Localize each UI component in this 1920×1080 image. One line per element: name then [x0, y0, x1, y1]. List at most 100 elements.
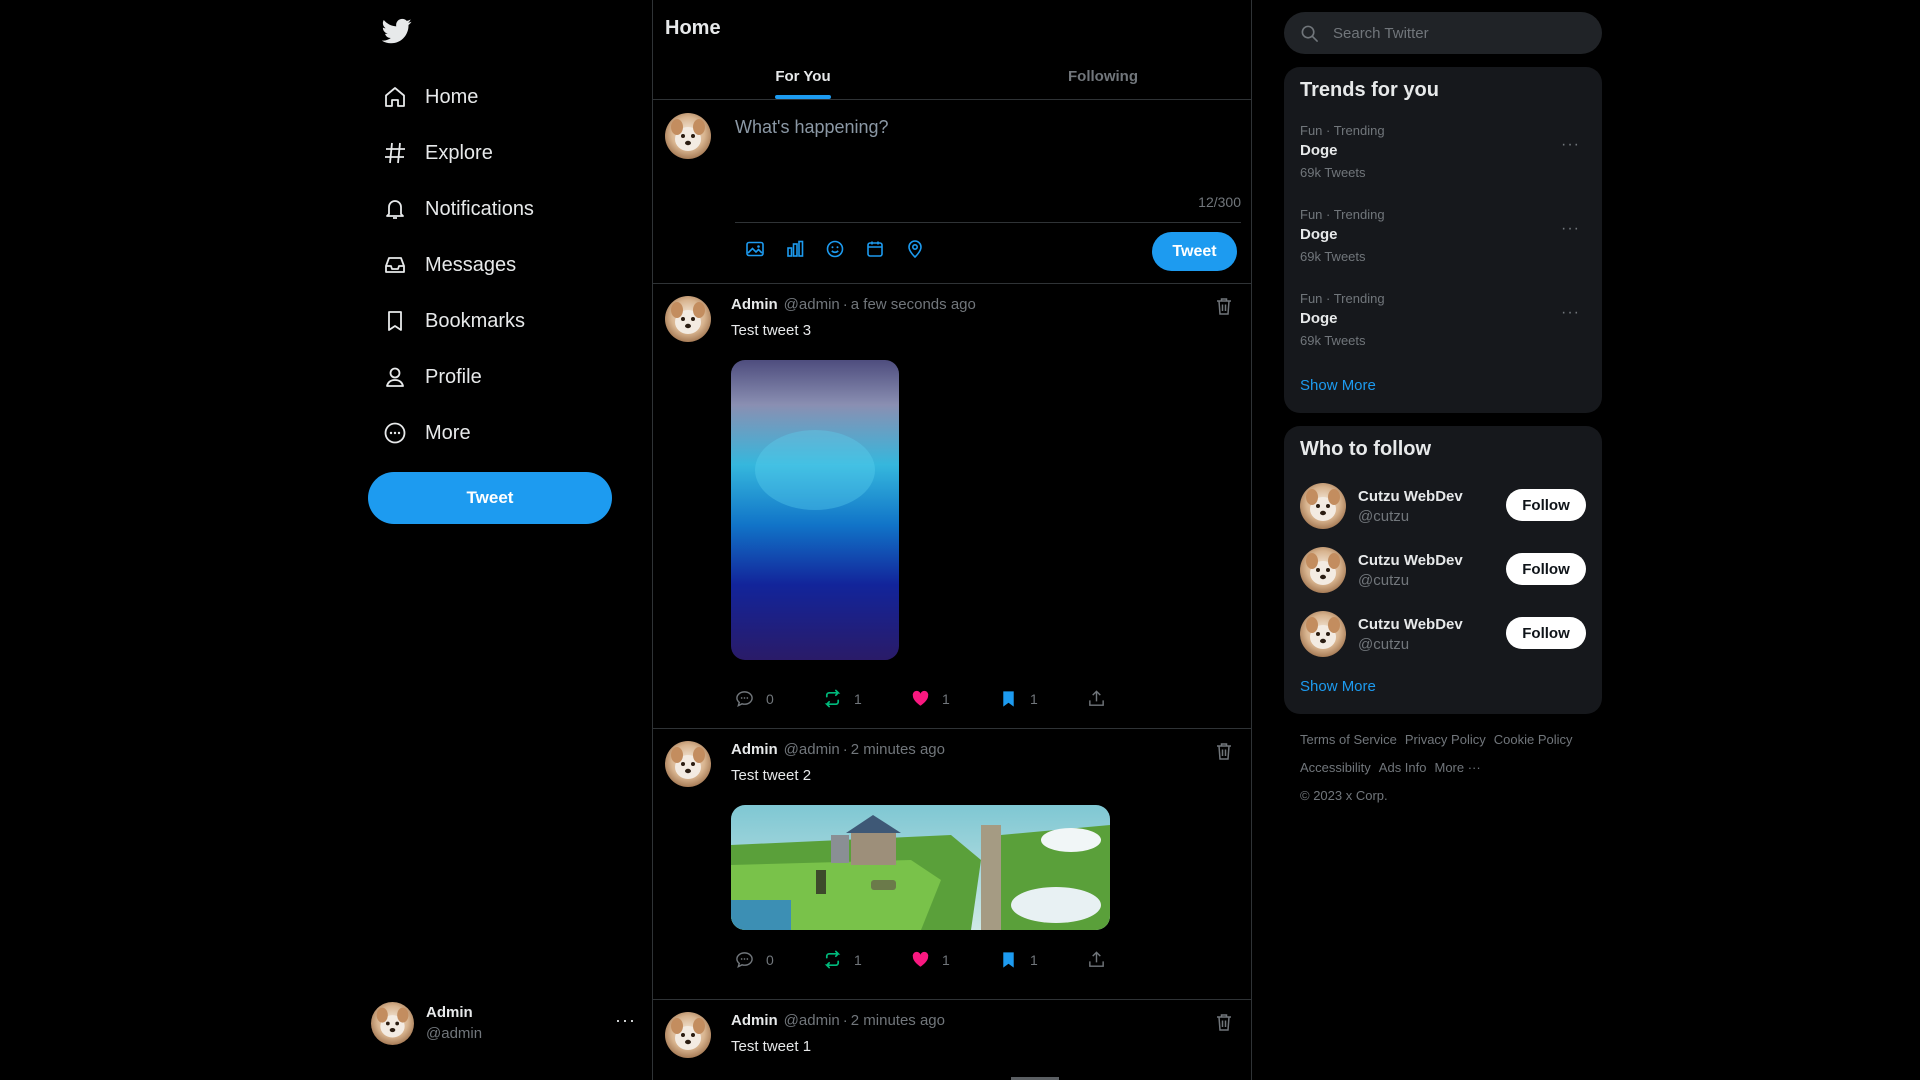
like-button[interactable]: 1 [911, 689, 999, 708]
account-more-icon[interactable]: ··· [615, 1010, 636, 1031]
retweet-button[interactable]: 1 [823, 950, 911, 969]
bookmark-filled-icon [1003, 952, 1014, 968]
nav-item-notifications[interactable]: Notifications [382, 187, 534, 231]
share-button[interactable] [1087, 689, 1117, 708]
inbox-icon [382, 252, 408, 278]
suggestion-name[interactable]: Cutzu WebDev [1358, 488, 1463, 505]
schedule-icon[interactable] [865, 239, 885, 259]
nav-item-explore[interactable]: Explore [382, 131, 493, 175]
left-sidebar: Home Explore Notifications Messages Book… [367, 0, 651, 1080]
tweet-header: Admin @admin · 2 minutes ago [731, 741, 945, 758]
tweet-author-name[interactable]: Admin [731, 741, 778, 758]
tweet-author-handle[interactable]: @admin [784, 296, 840, 313]
avatar[interactable] [1300, 483, 1346, 529]
reply-count: 0 [766, 690, 774, 707]
trash-icon[interactable] [1215, 296, 1233, 316]
main-timeline: Home For You Following What's happening?… [652, 0, 1252, 1080]
trend-more-icon[interactable]: ··· [1561, 220, 1580, 238]
trends-card: Trends for you Fun · Trending Doge 69k T… [1284, 67, 1602, 413]
sidebar-tweet-button[interactable]: Tweet [368, 472, 612, 524]
suggestion-name[interactable]: Cutzu WebDev [1358, 616, 1463, 633]
trends-show-more-link[interactable]: Show More [1300, 377, 1376, 394]
footer-links: Terms of Service Privacy Policy Cookie Pol… [1300, 726, 1590, 810]
location-icon[interactable] [905, 239, 925, 259]
avatar[interactable] [1300, 547, 1346, 593]
nav-item-profile[interactable]: Profile [382, 355, 482, 399]
nav-item-messages[interactable]: Messages [382, 243, 516, 287]
home-icon [382, 84, 408, 110]
follow-suggestion[interactable]: Cutzu WebDev @cutzu Follow [1300, 545, 1586, 595]
poll-icon[interactable] [785, 239, 805, 259]
footer-link-ads-info[interactable]: Ads Info [1379, 760, 1427, 775]
tweet[interactable]: Admin @admin · a few seconds ago Test tweet… [653, 284, 1251, 729]
tweet-image[interactable] [731, 805, 1110, 930]
bookmark-button[interactable]: 1 [999, 950, 1087, 969]
tab-following[interactable]: Following [953, 58, 1251, 99]
follow-suggestion[interactable]: Cutzu WebDev @cutzu Follow [1300, 609, 1586, 659]
tweet-image[interactable] [731, 360, 899, 660]
bookmark-button[interactable]: 1 [999, 689, 1087, 708]
who-to-follow-card: Who to follow Cutzu WebDev @cutzu Follow… [1284, 426, 1602, 714]
compose-toolbar [745, 239, 925, 259]
compose-input[interactable]: What's happening? [735, 117, 889, 138]
reply-button[interactable]: 0 [735, 950, 823, 969]
tweet-author-handle[interactable]: @admin [784, 1012, 840, 1029]
image-icon[interactable] [745, 239, 765, 259]
tweet-author-name[interactable]: Admin [731, 1012, 778, 1029]
tweet[interactable]: Admin @admin · 2 minutes ago Test tweet 1 [653, 1000, 1251, 1080]
follow-button[interactable]: Follow [1506, 489, 1586, 521]
follow-button[interactable]: Follow [1506, 553, 1586, 585]
footer-link-more[interactable]: More ··· [1435, 760, 1481, 775]
avatar[interactable] [665, 1012, 711, 1058]
footer-link-accessibility[interactable]: Accessibility [1300, 760, 1371, 775]
trend-item[interactable]: Fun · Trending Doge 69k Tweets ··· [1300, 207, 1586, 277]
bookmark-count: 1 [1030, 690, 1038, 707]
trash-icon[interactable] [1215, 1012, 1233, 1032]
follow-button[interactable]: Follow [1506, 617, 1586, 649]
tweet-author-name[interactable]: Admin [731, 296, 778, 313]
reply-button[interactable]: 0 [735, 689, 823, 708]
trend-count: 69k Tweets [1300, 165, 1366, 180]
search-placeholder: Search Twitter [1333, 24, 1429, 42]
trend-item[interactable]: Fun · Trending Doge 69k Tweets ··· [1300, 123, 1586, 193]
follow-suggestion[interactable]: Cutzu WebDev @cutzu Follow [1300, 481, 1586, 531]
avatar[interactable] [665, 296, 711, 342]
retweet-button[interactable]: 1 [823, 689, 911, 708]
tweet-timestamp[interactable]: 2 minutes ago [851, 1012, 945, 1029]
account-name: Admin [426, 1004, 473, 1021]
tweet-author-handle[interactable]: @admin [784, 741, 840, 758]
share-button[interactable] [1087, 950, 1117, 969]
footer-link-privacy[interactable]: Privacy Policy [1405, 732, 1486, 747]
search-input[interactable]: Search Twitter [1284, 12, 1602, 54]
trash-icon[interactable] [1215, 741, 1233, 761]
twitter-logo-icon[interactable] [381, 16, 414, 48]
account-switcher[interactable]: Admin @admin ··· [371, 996, 636, 1050]
retweet-icon [824, 950, 841, 969]
trend-item[interactable]: Fun · Trending Doge 69k Tweets ··· [1300, 291, 1586, 361]
like-button[interactable]: 1 [911, 950, 999, 969]
nav-item-bookmarks[interactable]: Bookmarks [382, 299, 525, 343]
trends-title: Trends for you [1300, 79, 1439, 101]
follow-show-more-link[interactable]: Show More [1300, 678, 1376, 695]
tab-for-you[interactable]: For You [653, 58, 953, 99]
tweet-timestamp[interactable]: 2 minutes ago [851, 741, 945, 758]
avatar[interactable] [1300, 611, 1346, 657]
footer-link-cookies[interactable]: Cookie Policy [1494, 732, 1573, 747]
suggestion-handle: @cutzu [1358, 507, 1410, 525]
suggestion-name[interactable]: Cutzu WebDev [1358, 552, 1463, 569]
trend-more-icon[interactable]: ··· [1561, 304, 1580, 322]
nav-label-notifications: Notifications [425, 197, 534, 220]
tweet[interactable]: Admin @admin · 2 minutes ago Test tweet 2 [653, 729, 1251, 1000]
compose-tweet-button[interactable]: Tweet [1152, 232, 1237, 271]
avatar[interactable] [665, 741, 711, 787]
nav-item-home[interactable]: Home [382, 75, 478, 119]
page-title: Home [665, 17, 721, 39]
tweet-timestamp[interactable]: a few seconds ago [851, 296, 976, 313]
emoji-icon[interactable] [825, 239, 845, 259]
trend-more-icon[interactable]: ··· [1561, 136, 1580, 154]
who-to-follow-title: Who to follow [1300, 438, 1432, 460]
separator-dot: · [842, 296, 848, 313]
nav-item-more[interactable]: More [382, 411, 471, 455]
trend-title: Doge [1300, 142, 1338, 159]
footer-link-terms[interactable]: Terms of Service [1300, 732, 1397, 747]
